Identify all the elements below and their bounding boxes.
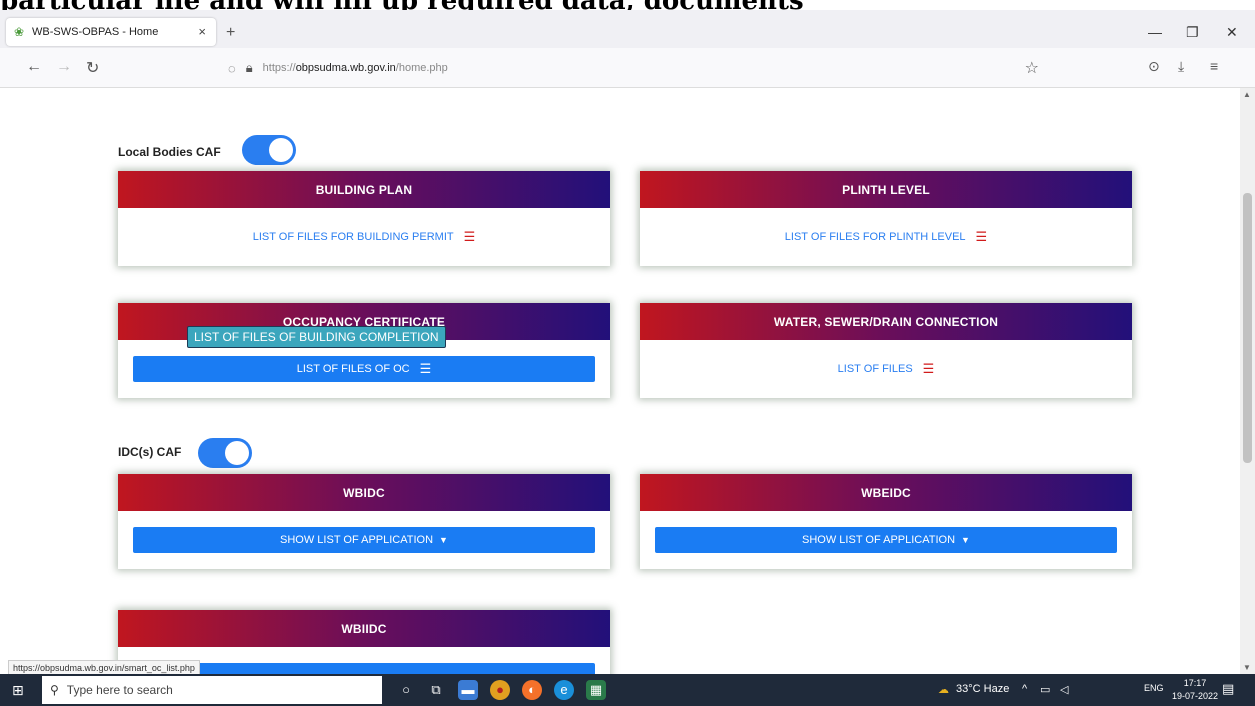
card-title: WBIDC: [118, 474, 610, 511]
card-title: WBIIDC: [118, 610, 610, 647]
list-icon: ☰: [975, 229, 988, 244]
tooltip: LIST OF FILES OF BUILDING COMPLETION: [187, 326, 446, 348]
wbeidc-show-applications-button[interactable]: SHOW LIST OF APPLICATION ▼: [655, 527, 1117, 553]
weather-icon: ☁: [938, 684, 949, 696]
card-title: WATER, SEWER/DRAIN CONNECTION: [640, 303, 1132, 340]
tray-expand-icon[interactable]: ^: [1022, 683, 1027, 695]
edge-icon[interactable]: e: [554, 680, 574, 700]
task-view-icon[interactable]: ⧉: [426, 680, 446, 700]
occupancy-certificate-card: OCCUPANCY CERTIFICATE LIST OF FILES OF O…: [118, 303, 610, 398]
card-title: BUILDING PLAN: [118, 171, 610, 208]
list-icon: ☰: [419, 361, 432, 376]
file-explorer-icon[interactable]: ▬: [458, 680, 478, 700]
wbidc-show-applications-button[interactable]: SHOW LIST OF APPLICATION ▼: [133, 527, 595, 553]
weather-text[interactable]: 33°C Haze: [956, 683, 1009, 695]
menu-icon[interactable]: ≡: [1210, 58, 1218, 74]
app-icon[interactable]: ▦: [586, 680, 606, 700]
window-close-icon[interactable]: ✕: [1226, 24, 1238, 41]
forward-arrow-icon[interactable]: →: [56, 58, 72, 76]
search-icon: ⚲: [50, 683, 59, 697]
toggle-knob: [225, 441, 249, 465]
lock-icon: 🔒︎: [245, 60, 253, 75]
taskbar-search-box[interactable]: ⚲ Type here to search: [42, 676, 382, 704]
shield-icon: ◌: [228, 60, 236, 76]
chrome-icon[interactable]: ●: [490, 680, 510, 700]
windows-taskbar: ⊞ ⚲ Type here to search ○ ⧉ ▬ ● ◐ e ▦ ☁ …: [0, 674, 1255, 706]
url-host: obpsudma.wb.gov.in: [295, 62, 396, 74]
wbeidc-card: WBEIDC SHOW LIST OF APPLICATION ▼: [640, 474, 1132, 569]
link-label: LIST OF FILES FOR PLINTH LEVEL: [784, 231, 966, 243]
toggle-knob: [269, 138, 293, 162]
url-path: /home.php: [395, 62, 448, 74]
idc-caf-label: IDC(s) CAF: [118, 445, 182, 459]
link-label: LIST OF FILES: [837, 363, 913, 375]
clock-time: 17:17: [1183, 678, 1207, 688]
water-files-link[interactable]: LIST OF FILES ☰: [838, 361, 935, 377]
water-sewer-card: WATER, SEWER/DRAIN CONNECTION LIST OF FI…: [640, 303, 1132, 398]
button-label: SHOW LIST OF APPLICATION: [280, 534, 434, 546]
screenshot-caption: particular file and will fill up require…: [0, 0, 1255, 10]
pocket-icon[interactable]: ⊙: [1148, 58, 1160, 75]
minimize-icon[interactable]: —: [1148, 24, 1162, 40]
browser-tab[interactable]: ❀ WB-SWS-OBPAS - Home ×: [6, 18, 216, 46]
scroll-down-icon[interactable]: ▼: [1243, 663, 1251, 672]
clock-date: 19-07-2022: [1172, 691, 1219, 701]
scrollbar-thumb[interactable]: [1243, 193, 1252, 463]
building-permit-files-link[interactable]: LIST OF FILES FOR BUILDING PERMIT ☰: [253, 229, 476, 245]
caret-down-icon: ▼: [961, 535, 970, 545]
link-label: LIST OF FILES FOR BUILDING PERMIT: [252, 231, 454, 243]
site-favicon-icon: ❀: [14, 25, 25, 39]
back-arrow-icon[interactable]: ←: [26, 58, 42, 76]
wbiidc-show-applications-button[interactable]: [133, 663, 595, 674]
card-title: WBEIDC: [640, 474, 1132, 511]
taskbar-clock[interactable]: 17:17 19-07-2022: [1172, 677, 1218, 703]
firefox-icon[interactable]: ◐: [522, 680, 542, 700]
browser-nav-bar: ← → ↻ ◌ 🔒︎ https:// obpsudma.wb.gov.in /…: [0, 48, 1255, 88]
local-bodies-caf-toggle[interactable]: [242, 135, 296, 165]
button-label: SHOW LIST OF APPLICATION: [802, 534, 956, 546]
notifications-icon[interactable]: ▤: [1222, 681, 1234, 697]
plinth-level-card: PLINTH LEVEL LIST OF FILES FOR PLINTH LE…: [640, 171, 1132, 266]
wbidc-card: WBIDC SHOW LIST OF APPLICATION ▼: [118, 474, 610, 569]
page-content: Local Bodies CAF BUILDING PLAN LIST OF F…: [0, 88, 1240, 674]
caret-down-icon: ▼: [439, 535, 448, 545]
building-plan-card: BUILDING PLAN LIST OF FILES FOR BUILDING…: [118, 171, 610, 266]
card-title: PLINTH LEVEL: [640, 171, 1132, 208]
browser-tab-strip: ❀ WB-SWS-OBPAS - Home × + — ❐ ✕: [0, 10, 1255, 48]
list-icon: ☰: [463, 229, 476, 244]
url-bar[interactable]: ◌ 🔒︎ https:// obpsudma.wb.gov.in /home.p…: [220, 54, 1045, 82]
url-protocol: https://: [262, 62, 296, 74]
volume-icon[interactable]: ◁: [1060, 683, 1068, 696]
new-tab-icon[interactable]: +: [226, 24, 235, 42]
network-icon[interactable]: ▭: [1040, 683, 1050, 696]
cortana-icon[interactable]: ○: [396, 680, 416, 700]
button-label: LIST OF FILES OF OC: [296, 363, 410, 375]
idc-caf-toggle[interactable]: [198, 438, 252, 468]
scroll-up-icon[interactable]: ▲: [1243, 90, 1251, 99]
tab-close-icon[interactable]: ×: [198, 24, 206, 39]
bookmark-star-icon[interactable]: ☆: [1025, 58, 1039, 78]
language-indicator[interactable]: ENG: [1144, 683, 1164, 693]
restore-icon[interactable]: ❐: [1186, 24, 1199, 41]
download-icon[interactable]: ⤓: [1178, 58, 1184, 75]
list-icon: ☰: [922, 361, 935, 376]
status-url-overlay: https://obpsudma.wb.gov.in/smart_oc_list…: [8, 660, 200, 675]
plinth-level-files-link[interactable]: LIST OF FILES FOR PLINTH LEVEL ☰: [785, 229, 987, 245]
search-placeholder: Type here to search: [66, 683, 173, 697]
oc-files-button[interactable]: LIST OF FILES OF OC ☰: [133, 356, 595, 382]
local-bodies-caf-label: Local Bodies CAF: [118, 145, 221, 159]
tab-title: WB-SWS-OBPAS - Home: [32, 26, 159, 38]
windows-start-icon[interactable]: ⊞: [12, 682, 24, 699]
page-scrollbar[interactable]: ▲ ▼: [1240, 88, 1255, 674]
reload-icon[interactable]: ↻: [86, 58, 99, 78]
